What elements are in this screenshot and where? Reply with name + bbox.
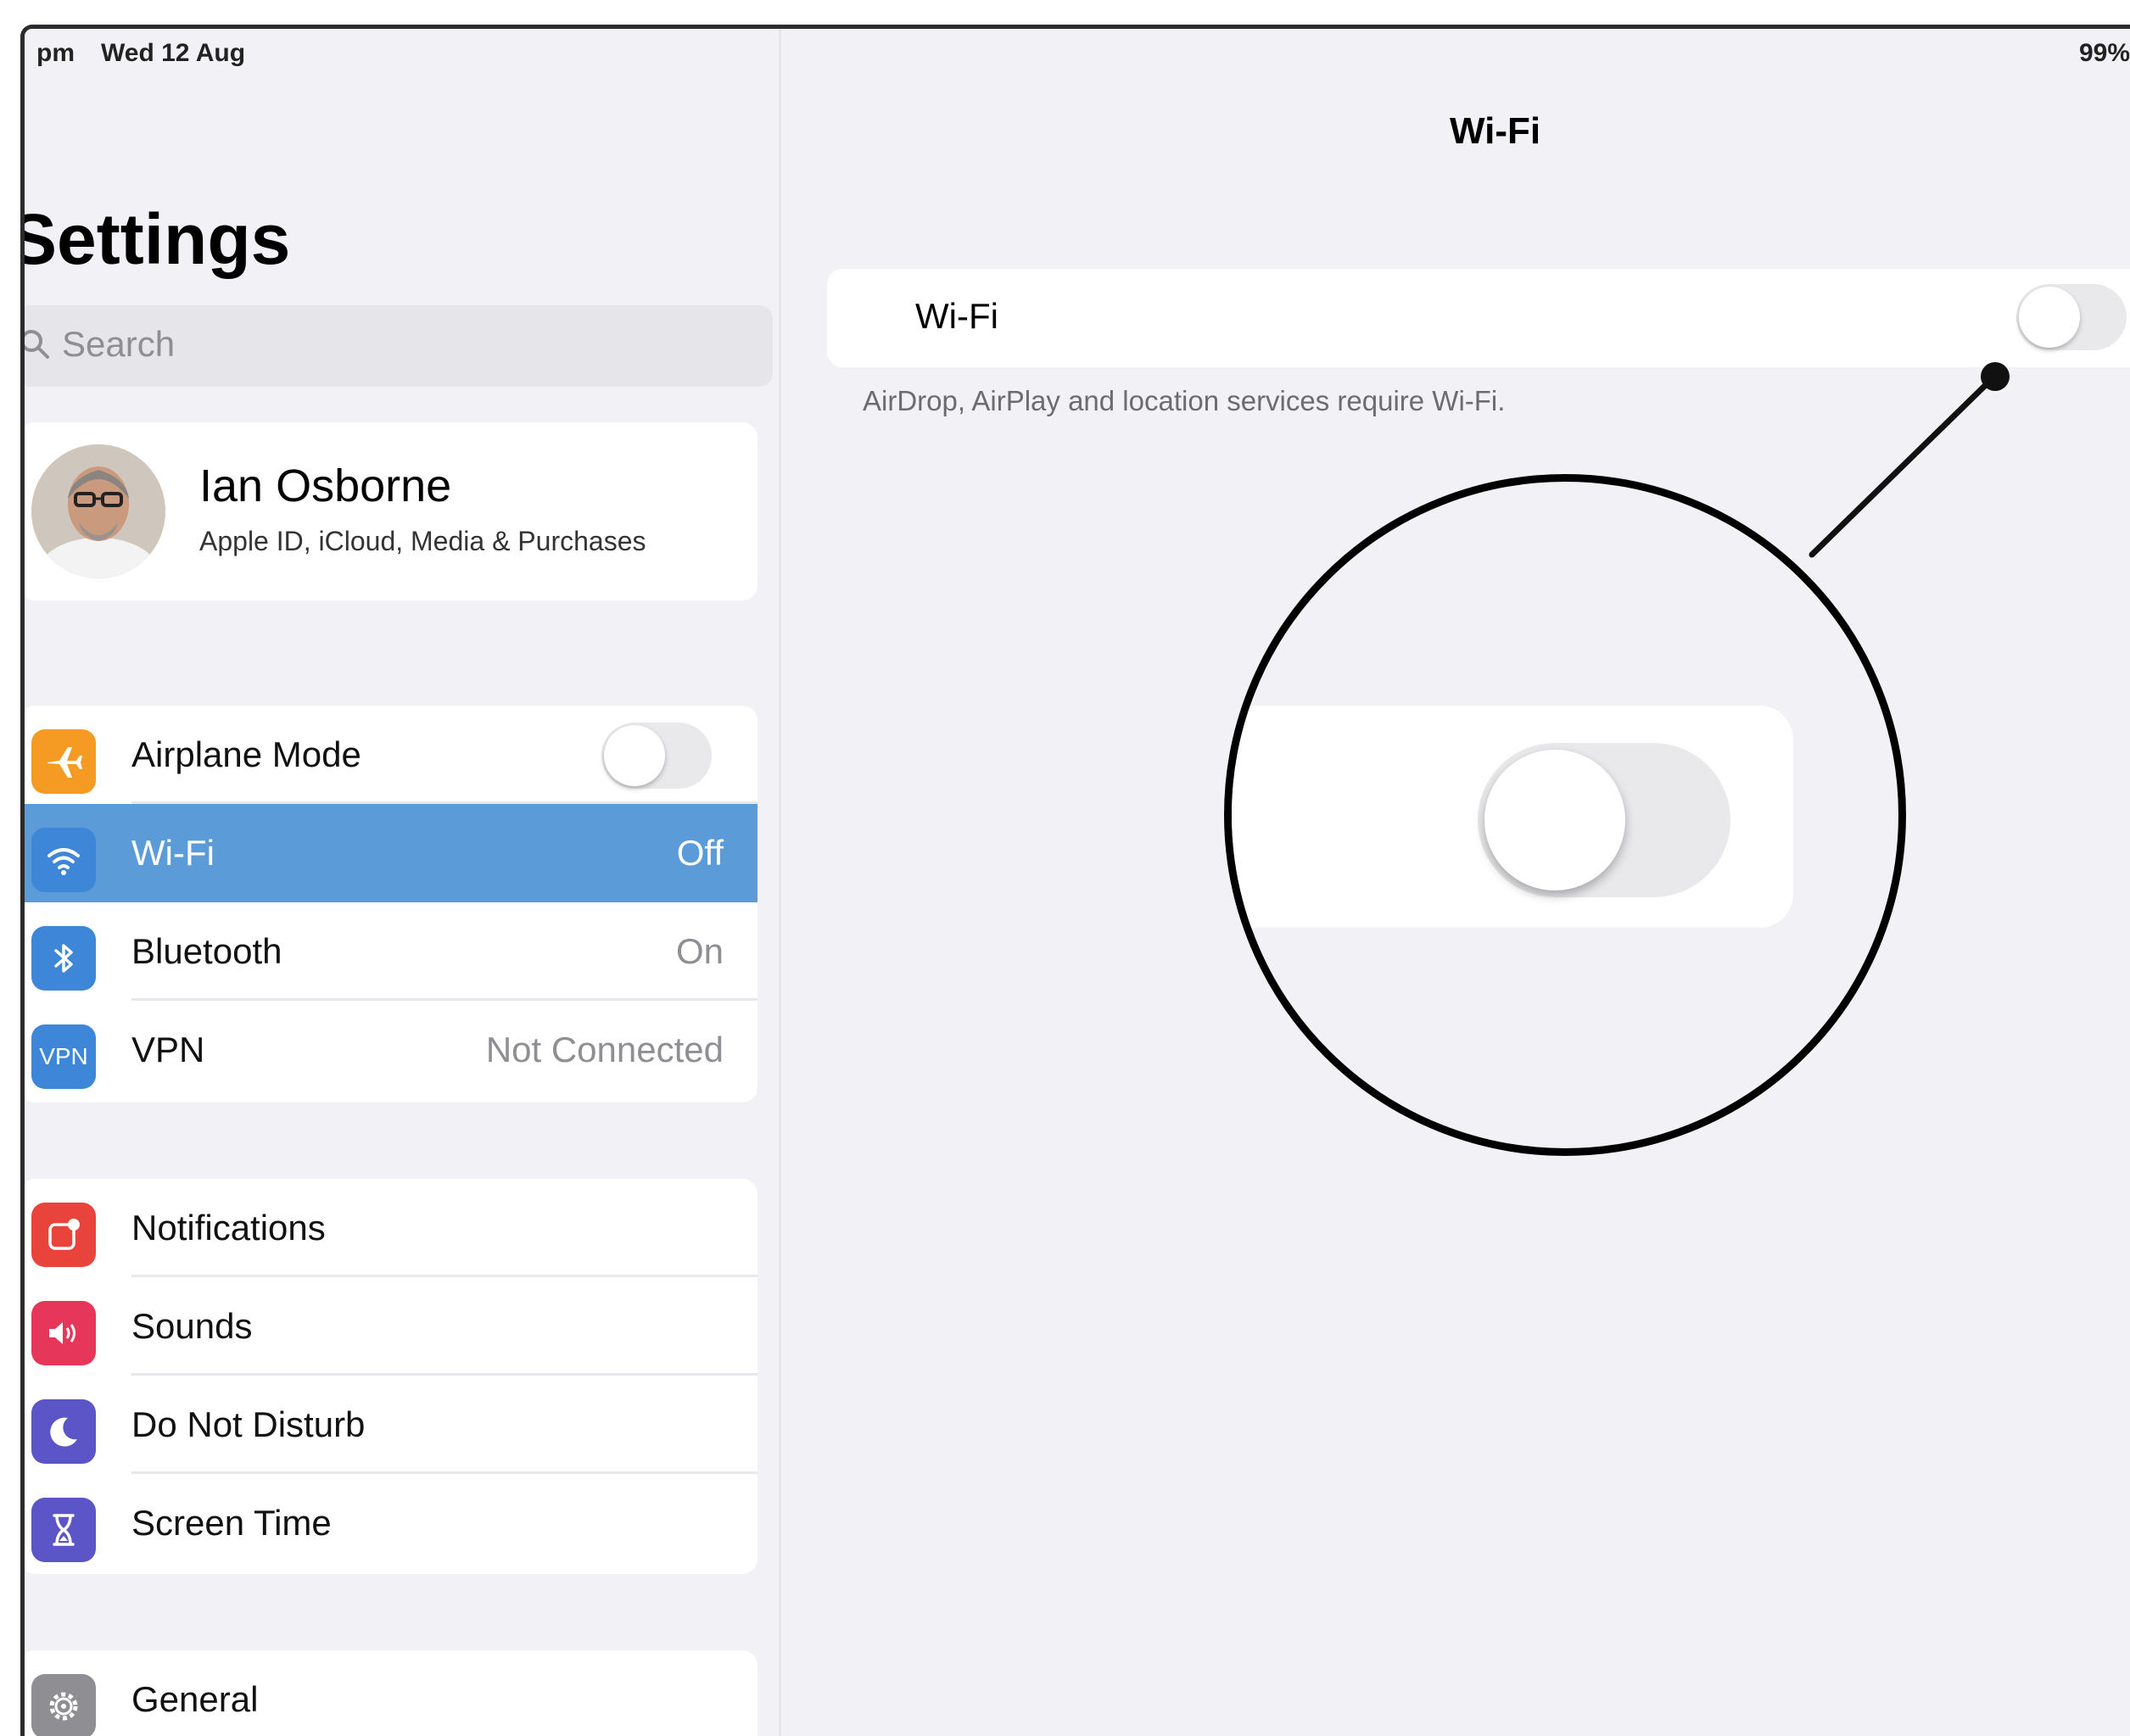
wifi-toggle-label: Wi-Fi — [915, 296, 998, 336]
sidebar-item-label: VPN — [131, 1030, 205, 1069]
sidebar-item-general[interactable]: General — [25, 1650, 758, 1736]
sidebar-item-label: Airplane Mode — [131, 734, 361, 774]
wifi-icon — [31, 828, 96, 892]
hourglass-icon — [31, 1498, 96, 1562]
magnified-wifi-toggle — [1478, 743, 1730, 897]
sidebar-item-notifications[interactable]: Notifications — [25, 1179, 758, 1277]
gear-icon — [31, 1674, 96, 1736]
search-icon — [25, 330, 49, 359]
wifi-toggle-row: Wi-Fi — [827, 269, 2130, 367]
sidebar-item-label: Notifications — [131, 1208, 326, 1248]
sidebar-item-wifi[interactable]: Wi-Fi Off — [25, 804, 758, 902]
sidebar-item-label: Wi-Fi — [131, 833, 215, 873]
vpn-icon: VPN — [31, 1024, 96, 1089]
sidebar-item-label: Do Not Disturb — [131, 1404, 366, 1444]
wifi-footnote: AirDrop, AirPlay and location services r… — [863, 385, 1506, 416]
sidebar-item-label: Sounds — [131, 1306, 253, 1346]
bluetooth-icon — [31, 926, 96, 991]
moon-icon — [31, 1399, 96, 1464]
speaker-icon — [31, 1301, 96, 1365]
search-placeholder: Search — [62, 324, 176, 364]
wifi-status-value: Off — [676, 833, 724, 873]
page-title: Settings — [20, 199, 291, 279]
apple-id-profile[interactable]: Ian Osborne Apple ID, iCloud, Media & Pu… — [25, 422, 758, 600]
battery-percentage: 99% — [2078, 39, 2130, 67]
avatar — [31, 444, 165, 578]
airplane-mode-toggle[interactable] — [601, 723, 712, 789]
notifications-group: Notifications Sounds Do Not Disturb Scre… — [25, 1179, 758, 1574]
status-time: pm — [36, 39, 75, 67]
notifications-icon — [31, 1203, 96, 1267]
detail-title: Wi-Fi — [1450, 110, 1541, 152]
sidebar-item-label: Screen Time — [131, 1503, 332, 1543]
settings-sidebar: pm Wed 12 Aug Settings Search Ian Osborn… — [25, 29, 781, 1736]
magnified-callout — [1224, 474, 1906, 1156]
sidebar-item-label: General — [131, 1679, 259, 1719]
airplane-icon — [31, 729, 96, 794]
sidebar-item-vpn[interactable]: VPN VPN Not Connected — [25, 1001, 758, 1099]
sidebar-item-bluetooth[interactable]: Bluetooth On — [25, 902, 758, 1001]
status-date: Wed 12 Aug — [101, 39, 246, 67]
general-group: General — [25, 1650, 758, 1736]
ipad-screen: pm Wed 12 Aug Settings Search Ian Osborn… — [20, 25, 2130, 1736]
profile-subtitle: Apple ID, iCloud, Media & Purchases — [199, 526, 646, 556]
sidebar-item-sounds[interactable]: Sounds — [25, 1277, 758, 1376]
profile-name: Ian Osborne — [199, 461, 452, 511]
sidebar-item-label: Bluetooth — [131, 931, 282, 971]
bluetooth-status-value: On — [675, 931, 724, 971]
search-field[interactable]: Search — [25, 305, 773, 387]
wifi-toggle[interactable] — [2016, 284, 2127, 350]
connectivity-group: Airplane Mode Wi-Fi Off Bluetooth On VPN… — [25, 706, 758, 1102]
sidebar-item-screen-time[interactable]: Screen Time — [25, 1474, 758, 1572]
vpn-status-value: Not Connected — [485, 1030, 724, 1069]
sidebar-item-do-not-disturb[interactable]: Do Not Disturb — [25, 1376, 758, 1474]
sidebar-item-airplane-mode[interactable]: Airplane Mode — [25, 706, 758, 804]
